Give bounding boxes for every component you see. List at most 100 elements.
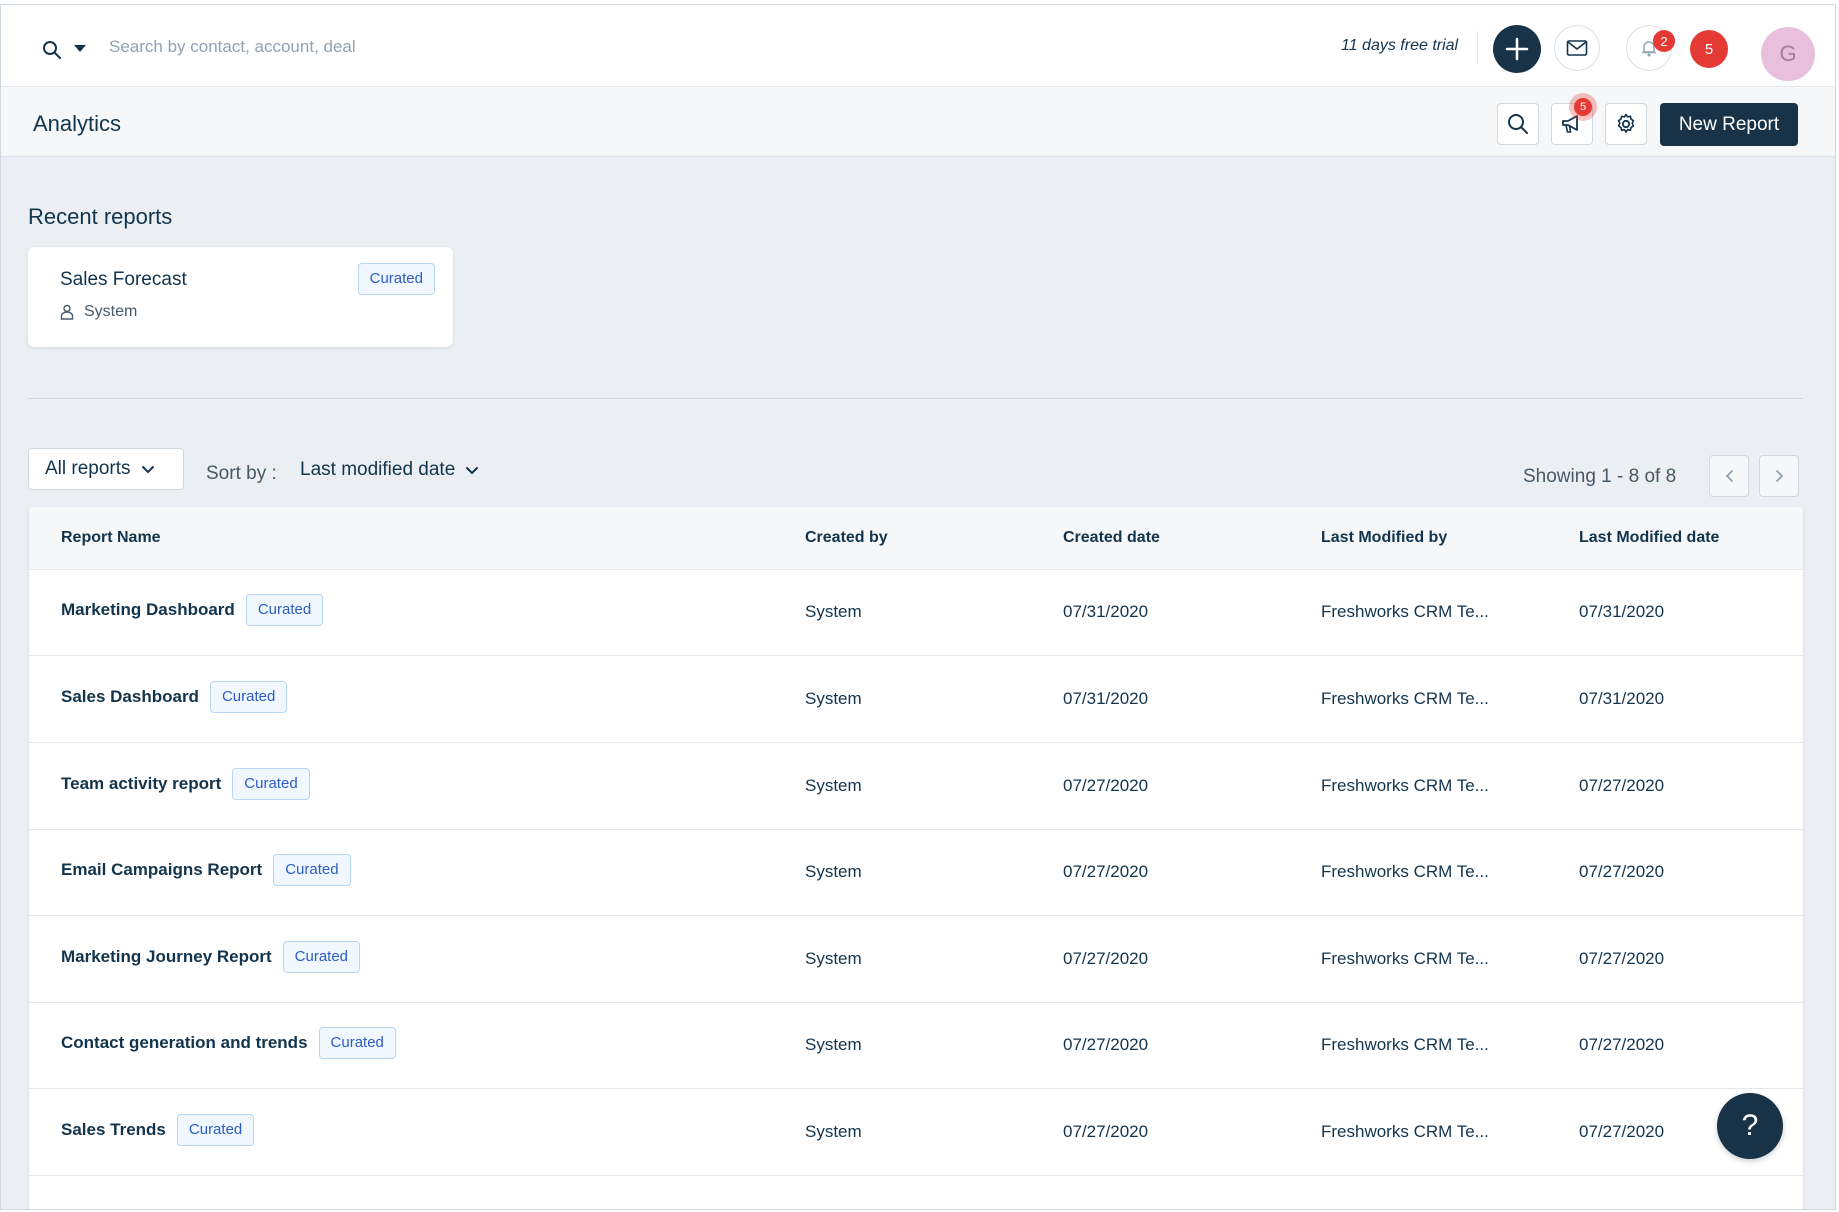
- created-by-cell: System: [805, 776, 862, 795]
- modified-by-cell: Freshworks CRM Te...: [1321, 862, 1489, 881]
- report-name-link[interactable]: Team activity report: [61, 774, 221, 794]
- report-view-dropdown[interactable]: All reports: [28, 448, 184, 490]
- search-reports-button[interactable]: [1497, 103, 1539, 145]
- report-name-link[interactable]: Sales Dashboard: [61, 687, 199, 707]
- announcements-button[interactable]: 5: [1551, 98, 1593, 145]
- curated-badge: Curated: [176, 1114, 255, 1146]
- column-header-last-modified-by[interactable]: Last Modified by: [1321, 529, 1447, 547]
- curated-badge: Curated: [273, 854, 351, 886]
- plus-icon: [1505, 37, 1529, 61]
- modified-date-cell: 07/31/2020: [1579, 689, 1665, 708]
- curated-badge: Curated: [282, 941, 361, 973]
- mail-button[interactable]: [1554, 25, 1600, 71]
- table-row[interactable]: Sales Dashboard Curated System 07/31/2020…: [29, 657, 1803, 743]
- created-date-cell: 07/27/2020: [1063, 776, 1149, 795]
- recent-report-card[interactable]: Sales Forecast System Curated: [28, 247, 453, 347]
- sort-dropdown[interactable]: Last modified date: [300, 459, 479, 481]
- report-view-label: All reports: [45, 458, 131, 479]
- modified-by-cell: Freshworks CRM Te...: [1321, 602, 1489, 621]
- report-name-cell: Team activity report Curated: [61, 768, 310, 800]
- mail-icon: [1566, 40, 1588, 56]
- recent-reports-title: Recent reports: [28, 204, 173, 229]
- curated-badge: Curated: [318, 1027, 396, 1059]
- created-date-cell: 07/27/2020: [1063, 949, 1149, 968]
- modified-date-cell: 07/27/2020: [1579, 1122, 1665, 1141]
- chevron-left-icon: [1725, 470, 1733, 482]
- column-header-last-modified-date[interactable]: Last Modified date: [1579, 529, 1719, 547]
- user-avatar[interactable]: G: [1761, 27, 1815, 81]
- search-scope-caret-icon[interactable]: [74, 45, 86, 52]
- page-header: Analytics 5 New Report: [1, 87, 1835, 157]
- report-name-cell: Contact generation and trends Curated: [61, 1027, 396, 1059]
- table-row[interactable]: Sales Trends Curated System 07/27/2020 Fr…: [29, 1090, 1803, 1176]
- created-date-cell: 07/31/2020: [1063, 602, 1149, 621]
- table-row[interactable]: Marketing Dashboard Curated System 07/31/…: [29, 570, 1803, 656]
- settings-button[interactable]: [1605, 103, 1647, 145]
- modified-by-cell: Freshworks CRM Te...: [1321, 776, 1489, 795]
- modified-date-cell: 07/31/2020: [1579, 602, 1665, 621]
- created-by-cell: System: [805, 1035, 862, 1054]
- next-page-button[interactable]: [1759, 455, 1799, 497]
- gear-icon: [1617, 113, 1635, 133]
- table-header: Report Name Created by Created date Last…: [29, 507, 1803, 570]
- report-name-cell: Sales Dashboard Curated: [61, 681, 288, 713]
- created-date-cell: 07/27/2020: [1063, 1122, 1149, 1141]
- created-by-cell: System: [805, 689, 862, 708]
- quick-add-button[interactable]: [1493, 25, 1541, 73]
- user-icon: [60, 304, 74, 320]
- alerts-count-button[interactable]: 5: [1690, 30, 1728, 68]
- curated-badge: Curated: [232, 768, 310, 800]
- report-name-link[interactable]: Contact generation and trends: [61, 1033, 308, 1053]
- table-row[interactable]: Team activity report Curated System 07/27…: [29, 744, 1803, 830]
- created-by-cell: System: [805, 862, 862, 881]
- search-icon: [1508, 114, 1528, 134]
- recent-report-owner-label: System: [84, 303, 138, 320]
- column-header-created-by[interactable]: Created by: [805, 529, 888, 547]
- created-by-cell: System: [805, 949, 862, 968]
- sort-label: Sort by :: [206, 463, 277, 484]
- report-name-link[interactable]: Marketing Dashboard: [61, 600, 235, 620]
- column-header-report-name[interactable]: Report Name: [61, 529, 161, 547]
- report-name-link[interactable]: Marketing Journey Report: [61, 947, 272, 967]
- app-window: 11 days free trial 2 5 G Analytics 5: [0, 4, 1836, 1210]
- curated-badge: Curated: [357, 263, 435, 295]
- modified-by-cell: Freshworks CRM Te...: [1321, 949, 1489, 968]
- created-date-cell: 07/27/2020: [1063, 1035, 1149, 1054]
- prev-page-button[interactable]: [1709, 455, 1749, 497]
- report-name-link[interactable]: Email Campaigns Report: [61, 860, 262, 880]
- modified-date-cell: 07/27/2020: [1579, 1035, 1665, 1054]
- table-row[interactable]: Contact generation and trends Curated Sys…: [29, 1003, 1803, 1089]
- recent-report-name: Sales Forecast: [60, 269, 187, 290]
- chevron-right-icon: [1775, 470, 1783, 482]
- section-divider: [28, 398, 1803, 399]
- trial-text: 11 days free trial: [1341, 37, 1459, 54]
- help-button[interactable]: ?: [1717, 1093, 1783, 1159]
- report-name-link[interactable]: Sales Trends: [61, 1120, 166, 1140]
- notifications-button[interactable]: 2: [1626, 25, 1675, 71]
- megaphone-icon: [1562, 115, 1578, 133]
- report-name-cell: Sales Trends Curated: [61, 1114, 255, 1146]
- created-date-cell: 07/31/2020: [1063, 689, 1149, 708]
- pagination-summary: Showing 1 - 8 of 8: [1523, 466, 1677, 487]
- created-by-cell: System: [805, 1122, 862, 1141]
- report-name-cell: Marketing Dashboard Curated: [61, 594, 324, 626]
- column-header-created-date[interactable]: Created date: [1063, 529, 1160, 547]
- chevron-down-icon: [466, 466, 479, 474]
- divider: [1477, 31, 1478, 63]
- search-icon[interactable]: [41, 39, 63, 61]
- recent-report-owner: System: [60, 303, 137, 321]
- table-row[interactable]: Email Campaigns Report Curated System 07/…: [29, 830, 1803, 916]
- curated-badge: Curated: [245, 594, 324, 626]
- global-search-input[interactable]: [109, 31, 709, 63]
- curated-badge: Curated: [209, 681, 288, 713]
- announcements-badge: 5: [1574, 98, 1592, 116]
- reports-table: Report Name Created by Created date Last…: [29, 507, 1803, 1209]
- top-bar: 11 days free trial 2 5 G: [1, 5, 1835, 87]
- report-name-cell: Marketing Journey Report Curated: [61, 941, 361, 973]
- table-row[interactable]: Marketing Journey Report Curated System 0…: [29, 917, 1803, 1003]
- report-name-cell: Email Campaigns Report Curated: [61, 854, 351, 886]
- new-report-button[interactable]: New Report: [1660, 103, 1798, 146]
- created-date-cell: 07/27/2020: [1063, 862, 1149, 881]
- modified-by-cell: Freshworks CRM Te...: [1321, 1122, 1489, 1141]
- modified-date-cell: 07/27/2020: [1579, 949, 1665, 968]
